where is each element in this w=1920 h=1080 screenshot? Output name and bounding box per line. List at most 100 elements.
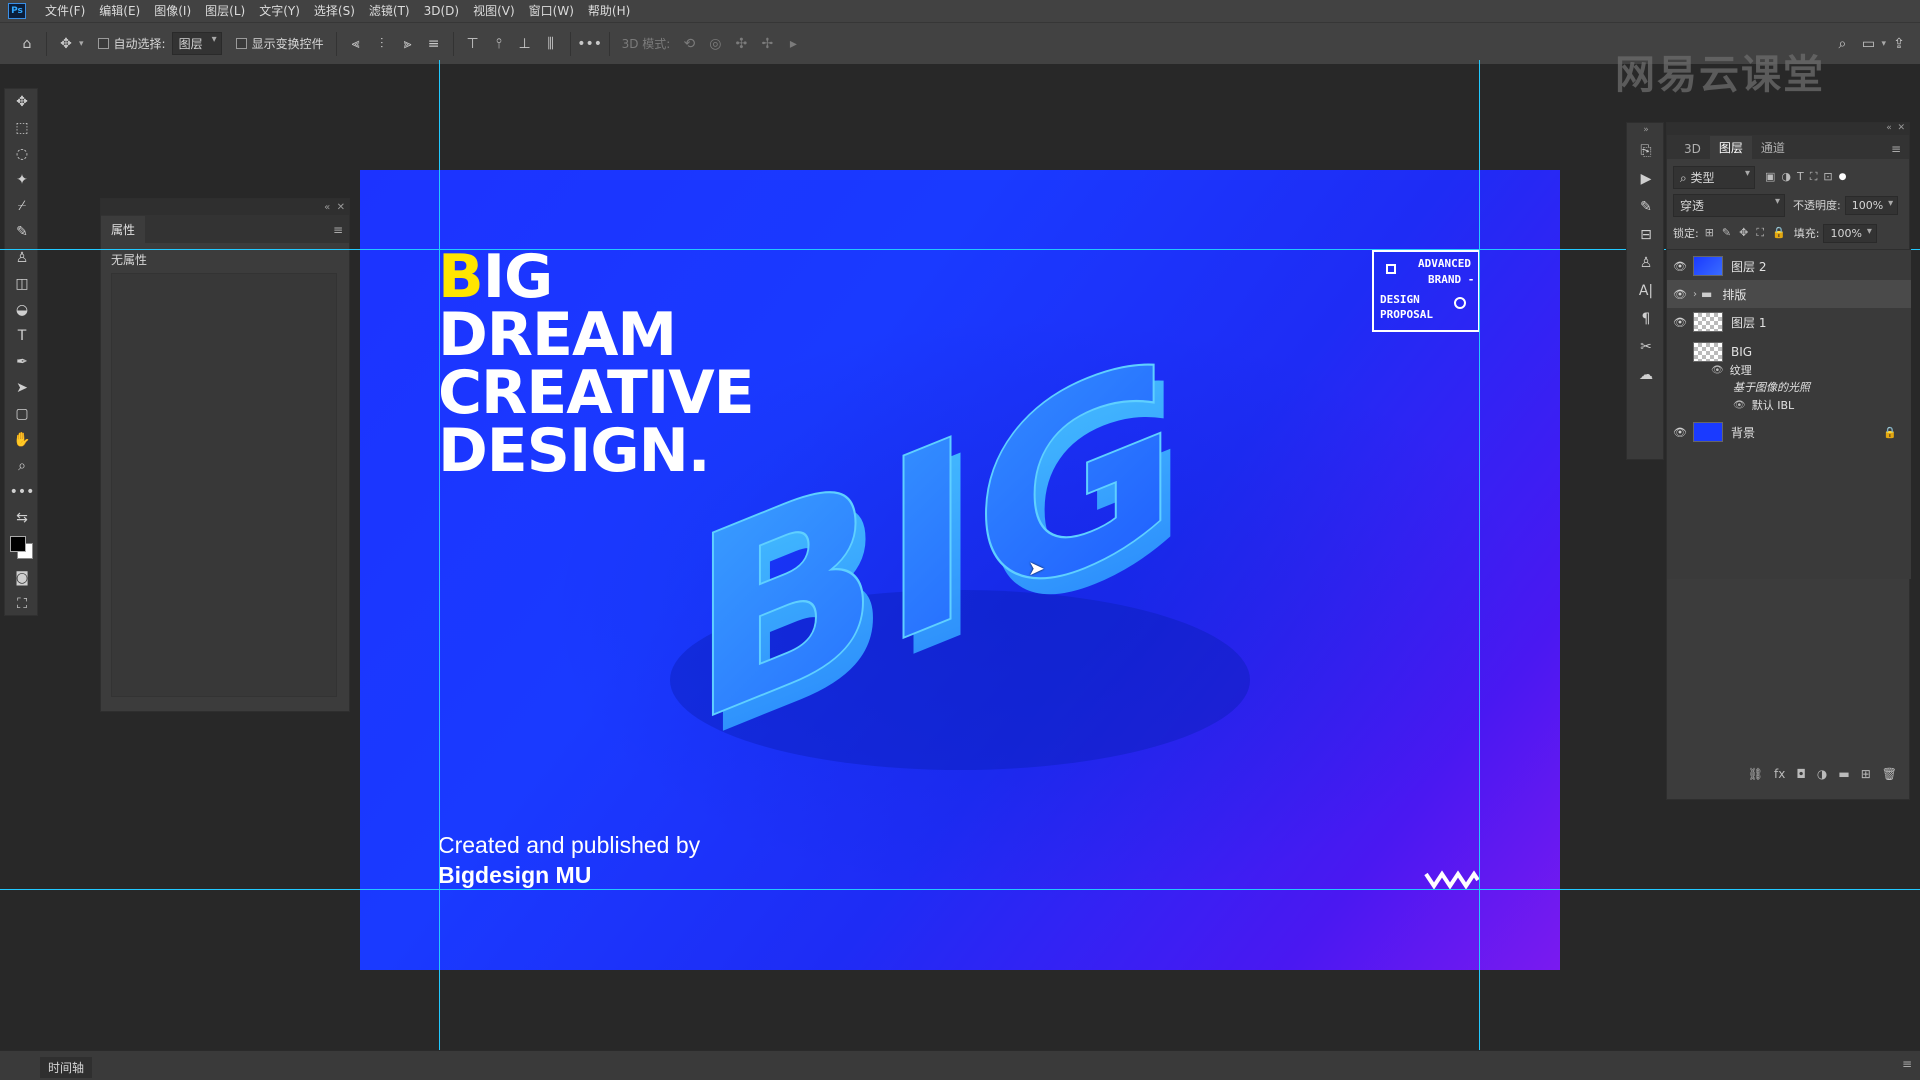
magic-wand-tool-icon[interactable]: ✦ (5, 167, 39, 193)
more-tools-icon[interactable]: ••• (5, 479, 39, 505)
swap-colors-icon[interactable]: ⇆ (5, 505, 39, 531)
panel-menu-icon[interactable]: ≡ (1883, 139, 1909, 159)
delete-layer-icon[interactable]: 🗑 (1882, 767, 1897, 781)
search-icon[interactable]: ⌕ (1829, 31, 1855, 57)
layer-name[interactable]: 纹理 (1730, 362, 1752, 378)
visibility-eye-icon[interactable]: 👁 (1667, 260, 1693, 273)
chevron-down-icon[interactable]: ▾ (79, 39, 84, 49)
fill-input[interactable]: 100% (1823, 223, 1877, 243)
hand-tool-icon[interactable]: ✋ (5, 427, 39, 453)
workspace-icon[interactable]: ▭ (1855, 31, 1881, 57)
slide-3d-icon[interactable]: ✢ (754, 31, 780, 57)
layer-row-layer-2[interactable]: 👁 图层 2 (1667, 252, 1911, 280)
align-right-icon[interactable]: ⫸ (395, 31, 421, 57)
screen-mode-icon[interactable]: ⛶ (5, 591, 39, 617)
opacity-input[interactable]: 100% (1844, 195, 1899, 215)
color-swatches[interactable] (5, 531, 39, 565)
lock-options-icons[interactable]: ⊞✎✥⛶🔒 (1705, 226, 1794, 240)
tab-layers[interactable]: 图层 (1709, 136, 1752, 159)
share-icon[interactable]: ⇪ (1886, 31, 1912, 57)
tab-channels[interactable]: 通道 (1752, 136, 1794, 159)
type-tool-icon[interactable]: T (5, 323, 39, 349)
marquee-tool-icon[interactable]: ⬚ (5, 115, 39, 141)
panel-menu-icon[interactable]: ≡ (1902, 1057, 1912, 1071)
layer-name[interactable]: 图层 2 (1731, 258, 1766, 275)
camera-3d-icon[interactable]: ▸ (780, 31, 806, 57)
menu-view[interactable]: 视图(V) (466, 0, 522, 22)
layer-row-ibl[interactable]: 基于图像的光照 (1667, 378, 1911, 396)
brush-tool-icon[interactable]: ✎ (5, 219, 39, 245)
collapse-icon[interactable]: « (1886, 123, 1892, 133)
layer-name[interactable]: 图层 1 (1731, 314, 1766, 331)
document-canvas[interactable]: BIG DREAM CREATIVE DESIGN. BIG BIG ADVAN… (360, 170, 1560, 970)
align-middle-v-icon[interactable]: ⫯ (486, 31, 512, 57)
adjustment-layer-icon[interactable]: ◑ (1817, 767, 1827, 781)
filter-kind-dropdown[interactable]: ⌕ 类型 (1673, 165, 1755, 189)
menu-filter[interactable]: 滤镜(T) (362, 0, 417, 22)
menu-type[interactable]: 文字(Y) (252, 0, 307, 22)
move-tool-preset-icon[interactable]: ✥ (53, 31, 79, 57)
add-mask-icon[interactable]: ◘ (1796, 767, 1806, 781)
layer-name[interactable]: 背景 (1731, 424, 1883, 441)
align-top-icon[interactable]: ⊤ (460, 31, 486, 57)
checkbox-icon[interactable] (97, 38, 109, 49)
paragraph-icon[interactable]: ¶ (1627, 305, 1665, 333)
menu-select[interactable]: 选择(S) (307, 0, 362, 22)
new-layer-icon[interactable]: ⊞ (1861, 767, 1871, 781)
layer-name[interactable]: 默认 IBL (1752, 397, 1794, 413)
roll-3d-icon[interactable]: ◎ (702, 31, 728, 57)
pan-3d-icon[interactable]: ✣ (728, 31, 754, 57)
menu-3d[interactable]: 3D(D) (417, 0, 466, 22)
brush-settings-icon[interactable]: ✎ (1627, 193, 1665, 221)
paint-bucket-tool-icon[interactable]: ◒ (5, 297, 39, 323)
color-swatch-group[interactable] (9, 535, 35, 561)
filter-toggle-icon[interactable]: ● (1839, 172, 1847, 182)
pen-tool-icon[interactable]: ✒ (5, 349, 39, 375)
menu-image[interactable]: 图像(I) (147, 0, 198, 22)
blend-mode-dropdown[interactable]: 穿透 (1673, 193, 1785, 217)
layer-name[interactable]: 基于图像的光照 (1733, 379, 1810, 395)
link-layers-icon[interactable]: ⛓ (1748, 767, 1763, 781)
orbit-3d-icon[interactable]: ⟲ (676, 31, 702, 57)
menu-window[interactable]: 窗口(W) (522, 0, 581, 22)
collapse-icon[interactable]: « (324, 202, 330, 213)
eyedropper-tool-icon[interactable]: ⌿ (5, 193, 39, 219)
move-tool-icon[interactable]: ✥ (5, 89, 39, 115)
new-group-icon[interactable]: ▬ (1838, 767, 1849, 781)
menu-help[interactable]: 帮助(H) (581, 0, 637, 22)
visibility-eye-icon[interactable]: 👁 (1733, 400, 1746, 411)
visibility-eye-icon[interactable]: 👁 (1667, 288, 1693, 301)
checkbox-icon[interactable] (235, 38, 247, 49)
layer-name[interactable]: BIG (1731, 345, 1752, 359)
visibility-eye-icon[interactable]: 👁 (1667, 316, 1693, 329)
tool-presets-icon[interactable]: ✂ (1627, 333, 1665, 361)
quick-mask-icon[interactable]: ◙ (5, 565, 39, 591)
panel-menu-icon[interactable]: ≡ (333, 223, 343, 237)
zoom-tool-icon[interactable]: ⌕ (5, 453, 39, 479)
visibility-eye-icon[interactable]: 👁 (1667, 426, 1693, 439)
menu-edit[interactable]: 编辑(E) (92, 0, 147, 22)
fx-icon[interactable]: fx (1774, 767, 1785, 781)
path-select-tool-icon[interactable]: ➤ (5, 375, 39, 401)
home-icon[interactable]: ⌂ (14, 31, 40, 57)
layer-row-layer-1[interactable]: 👁 图层 1 (1667, 308, 1911, 336)
layer-row-default-ibl[interactable]: 👁 默认 IBL (1667, 396, 1911, 414)
guide-vertical-left[interactable] (439, 60, 440, 1060)
guide-horizontal-bottom[interactable] (0, 889, 1920, 890)
lasso-tool-icon[interactable]: ◌ (5, 141, 39, 167)
layer-row-background[interactable]: 👁 背景 🔒 (1667, 418, 1911, 446)
layer-row-texture[interactable]: 👁 纹理 (1667, 360, 1911, 380)
menu-file[interactable]: 文件(F) (38, 0, 92, 22)
adjustments-icon[interactable]: ⊟ (1627, 221, 1665, 249)
timeline-tab[interactable]: 时间轴 (40, 1057, 93, 1078)
show-transform-checkbox[interactable]: 显示变换控件 (235, 35, 324, 52)
distribute-v-icon[interactable]: ⫼ (538, 31, 564, 57)
align-bottom-icon[interactable]: ⊥ (512, 31, 538, 57)
visibility-eye-icon[interactable]: 👁 (1711, 365, 1724, 376)
layer-row-group-typesetting[interactable]: 👁 › ▬ 排版 (1667, 280, 1911, 308)
expand-chevron-icon[interactable]: › (1693, 289, 1697, 300)
history-icon[interactable]: ⎘ (1627, 137, 1665, 165)
foreground-color-swatch[interactable] (10, 536, 26, 552)
auto-select-target-dropdown[interactable]: 图层 (171, 32, 222, 55)
actions-play-icon[interactable]: ▶ (1627, 165, 1665, 193)
